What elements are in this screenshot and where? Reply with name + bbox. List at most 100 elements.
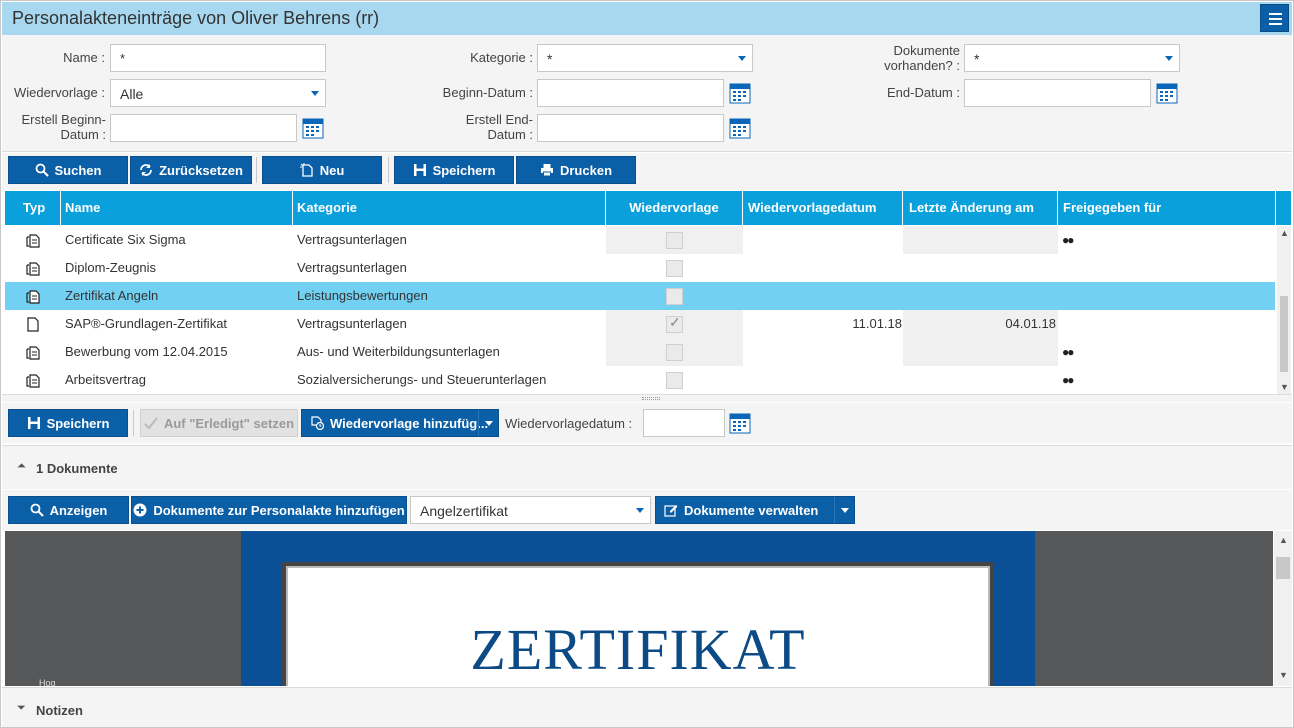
documents-toolbar: Anzeigen Dokumente zur Personalakte hinz… bbox=[2, 490, 1292, 530]
column-header-typ[interactable]: Typ bbox=[5, 191, 61, 225]
erstell-end-label: Erstell End- Datum : bbox=[465, 112, 533, 142]
pane-splitter[interactable] bbox=[2, 394, 1292, 402]
wiedervorlage-checkbox[interactable] bbox=[666, 314, 683, 333]
wiedervorlage-select[interactable]: Alle bbox=[110, 79, 326, 107]
chevron-down-icon bbox=[311, 91, 319, 96]
edit-icon bbox=[664, 505, 678, 517]
document-icon bbox=[27, 317, 39, 332]
speichern-button[interactable]: Speichern bbox=[394, 156, 514, 184]
drucken-button[interactable]: Drucken bbox=[516, 156, 636, 184]
dokumente-verwalten-button[interactable]: Dokumente verwalten bbox=[655, 496, 855, 524]
erstell-end-input[interactable] bbox=[537, 114, 724, 142]
hamburger-icon bbox=[1269, 13, 1282, 15]
calendar-icon[interactable] bbox=[729, 117, 751, 139]
column-header-wiedervorlage[interactable]: Wiedervorlage bbox=[606, 191, 743, 225]
column-header-freigegeben[interactable]: Freigegeben für bbox=[1058, 191, 1276, 225]
people-icon: ●● bbox=[1062, 373, 1074, 387]
notes-section-header[interactable]: ⏷ Notizen bbox=[2, 687, 1292, 727]
chevron-down-icon[interactable]: ▼ bbox=[1280, 382, 1289, 392]
column-header-name[interactable]: Name bbox=[61, 191, 293, 225]
viewer-scrollbar[interactable]: ▲ ▼ bbox=[1274, 531, 1292, 686]
dokumente-hinzufuegen-button[interactable]: Dokumente zur Personalakte hinzufügen bbox=[131, 496, 407, 524]
reminder-icon bbox=[311, 416, 324, 430]
add-circle-icon bbox=[133, 503, 147, 517]
table-row[interactable]: SAP®-Grundlagen-Zertifikat Vertragsunter… bbox=[5, 310, 1275, 338]
new-document-icon bbox=[299, 163, 313, 177]
wiedervorlage-hinzufuegen-button[interactable]: Wiedervorlage hinzufüg... bbox=[301, 409, 499, 437]
erledigt-button[interactable]: Auf "Erledigt" setzen bbox=[140, 409, 298, 437]
chevron-down-icon[interactable] bbox=[834, 497, 854, 523]
title-bar: Personalakteneinträge von Oliver Behrens… bbox=[2, 2, 1292, 35]
dokumente-select[interactable]: * bbox=[964, 44, 1180, 72]
calendar-icon[interactable] bbox=[729, 412, 751, 434]
table-row[interactable]: Bewerbung vom 12.04.2015 Aus- und Weiter… bbox=[5, 338, 1275, 366]
chevron-up-icon[interactable]: ▲ bbox=[1279, 535, 1288, 545]
table-row[interactable]: Certificate Six Sigma Vertragsunterlagen… bbox=[5, 226, 1275, 254]
column-header-letzte-aenderung[interactable]: Letzte Änderung am bbox=[903, 191, 1058, 225]
erstell-beginn-input[interactable] bbox=[110, 114, 297, 142]
check-icon bbox=[144, 417, 158, 430]
document-stack-icon bbox=[26, 346, 40, 360]
wiedervorlage-checkbox[interactable] bbox=[666, 260, 683, 277]
chevron-down-icon: ⏷ bbox=[17, 702, 26, 714]
suchen-button[interactable]: Suchen bbox=[8, 156, 128, 184]
document-page: ZERTIFIKAT bbox=[241, 531, 1035, 686]
scrollbar-thumb[interactable] bbox=[1280, 296, 1288, 372]
chevron-down-icon[interactable] bbox=[478, 410, 498, 436]
wiedervorlage-label: Wiedervorlage : bbox=[13, 85, 105, 100]
name-input[interactable]: * bbox=[110, 44, 326, 72]
grid-body: Certificate Six Sigma Vertragsunterlagen… bbox=[5, 226, 1275, 394]
erstell-beginn-label: Erstell Beginn- Datum : bbox=[21, 112, 106, 142]
beginn-datum-label: Beginn-Datum : bbox=[442, 85, 533, 100]
document-stack-icon bbox=[26, 262, 40, 276]
documents-section-header[interactable]: ⏶ 1 Dokumente bbox=[2, 445, 1292, 489]
menu-button[interactable] bbox=[1260, 4, 1289, 32]
grip-icon bbox=[642, 397, 660, 400]
search-icon bbox=[30, 503, 44, 517]
table-row[interactable]: Diplom-Zeugnis Vertragsunterlagen bbox=[5, 254, 1275, 282]
refresh-icon bbox=[140, 164, 152, 176]
grid-scrollbar[interactable]: ▲ ▼ bbox=[1277, 226, 1291, 394]
people-icon: ●● bbox=[1062, 345, 1074, 359]
wiedervorlage-checkbox[interactable] bbox=[666, 344, 683, 361]
chevron-up-icon[interactable]: ▲ bbox=[1280, 228, 1289, 238]
calendar-icon[interactable] bbox=[729, 82, 751, 104]
chevron-down-icon[interactable]: ▼ bbox=[1279, 670, 1288, 680]
column-header-kategorie[interactable]: Kategorie bbox=[293, 191, 606, 225]
calendar-icon[interactable] bbox=[302, 117, 324, 139]
zuruecksetzen-button[interactable]: Zurücksetzen bbox=[130, 156, 252, 184]
table-row[interactable]: Arbeitsvertrag Sozialversicherungs- und … bbox=[5, 366, 1275, 394]
save-icon bbox=[27, 417, 40, 429]
wiedervorlage-checkbox[interactable] bbox=[666, 288, 683, 305]
detail-toolbar: Speichern Auf "Erledigt" setzen Wiedervo… bbox=[2, 403, 1292, 443]
name-label: Name : bbox=[63, 50, 105, 65]
main-toolbar: Suchen Zurücksetzen Neu Speichern Drucke… bbox=[2, 153, 1292, 190]
end-datum-input[interactable] bbox=[964, 79, 1151, 107]
scrollbar-thumb[interactable] bbox=[1276, 557, 1290, 579]
wiedervorlage-checkbox[interactable] bbox=[666, 232, 683, 249]
document-stack-icon bbox=[26, 234, 40, 248]
neu-button[interactable]: Neu bbox=[262, 156, 382, 184]
anzeigen-button[interactable]: Anzeigen bbox=[8, 496, 129, 524]
chevron-up-icon: ⏶ bbox=[17, 460, 26, 472]
wiedervorlage-checkbox[interactable] bbox=[666, 372, 683, 389]
dokumente-label: Dokumente vorhanden? : bbox=[884, 43, 960, 73]
printer-icon bbox=[540, 164, 553, 177]
people-icon: ●● bbox=[1062, 233, 1074, 247]
wiedervorlagedatum-input[interactable] bbox=[643, 409, 725, 437]
beginn-datum-input[interactable] bbox=[537, 79, 724, 107]
notes-label: Notizen bbox=[36, 703, 83, 718]
chevron-down-icon bbox=[636, 508, 644, 513]
table-row[interactable]: Zertifikat Angeln Leistungsbewertungen bbox=[5, 282, 1275, 310]
document-viewer[interactable]: ZERTIFIKAT bbox=[5, 531, 1273, 686]
kategorie-select[interactable]: * bbox=[537, 44, 753, 72]
speichern-button-2[interactable]: Speichern bbox=[8, 409, 128, 437]
window-title: Personalakteneinträge von Oliver Behrens… bbox=[12, 8, 380, 28]
column-header-wiedervorlagedatum[interactable]: Wiedervorlagedatum bbox=[743, 191, 903, 225]
kategorie-label: Kategorie : bbox=[470, 50, 533, 65]
search-icon bbox=[35, 163, 49, 177]
calendar-icon[interactable] bbox=[1156, 82, 1178, 104]
document-select[interactable]: Angelzertifikat bbox=[410, 496, 651, 524]
document-stack-icon bbox=[26, 374, 40, 388]
grid-header: Typ Name Kategorie Wiedervorlage Wiederv… bbox=[5, 191, 1291, 225]
